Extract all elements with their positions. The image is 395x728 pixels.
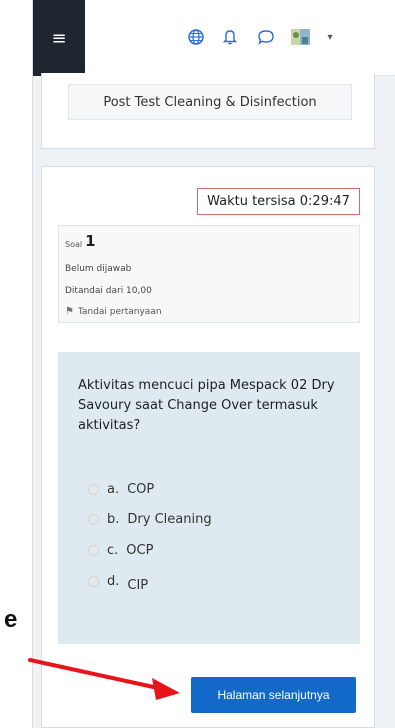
chat-icon[interactable] (255, 26, 277, 48)
flag-question-link[interactable]: ⚑ Tandai pertanyaan (65, 306, 162, 317)
quiz-screen: ≡ ▾ Post Test Cleaning & Disinfection Wa… (32, 0, 395, 728)
option-letter: a. (107, 482, 120, 497)
quiz-title: Post Test Cleaning & Disinfection (68, 84, 352, 120)
caret-down-icon[interactable]: ▾ (324, 26, 336, 48)
quiz-title-card: Post Test Cleaning & Disinfection (41, 73, 375, 149)
radio-button[interactable] (88, 576, 99, 587)
question-info-panel: Soal 1 Belum dijawab Ditandai dari 10,00… (58, 225, 360, 323)
option-label: CIP (127, 578, 149, 593)
bell-icon[interactable] (219, 26, 241, 48)
timer-badge: Waktu tersisa 0:29:47 (197, 188, 360, 215)
option-letter: d. (107, 574, 120, 589)
radio-button[interactable] (88, 484, 99, 495)
radio-button[interactable] (88, 514, 99, 525)
question-number: Soal 1 (65, 232, 96, 250)
option-label: COP (127, 482, 155, 497)
question-text: Aktivitas mencuci pipa Mespack 02 Dry Sa… (78, 378, 335, 433)
option-letter: b. (107, 512, 120, 527)
question-box: Aktivitas mencuci pipa Mespack 02 Dry Sa… (58, 352, 360, 644)
answer-option-d[interactable]: d. CIP (88, 574, 148, 593)
main-content: Post Test Cleaning & Disinfection Waktu … (33, 73, 395, 728)
radio-button[interactable] (88, 545, 99, 556)
next-page-button[interactable]: Halaman selanjutnya (191, 677, 356, 713)
option-letter: c. (107, 543, 119, 558)
option-label: OCP (126, 543, 154, 558)
answer-option-a[interactable]: a. COP (88, 482, 154, 497)
globe-icon[interactable] (185, 26, 207, 48)
flag-question-label: Tandai pertanyaan (77, 306, 162, 317)
flag-icon: ⚑ (65, 306, 74, 317)
hamburger-menu-icon[interactable]: ≡ (33, 0, 85, 76)
question-label: Soal (65, 240, 83, 249)
avatar-icon[interactable] (289, 26, 313, 48)
question-marks: Ditandai dari 10,00 (65, 286, 152, 296)
answer-option-b[interactable]: b. Dry Cleaning (88, 512, 212, 527)
question-number-value: 1 (85, 232, 96, 250)
question-status: Belum dijawab (65, 264, 132, 274)
annotation-letter: e (4, 606, 18, 633)
navbar: ≡ ▾ (33, 0, 395, 76)
answer-option-c[interactable]: c. OCP (88, 543, 153, 558)
option-label: Dry Cleaning (127, 512, 212, 527)
question-card: Waktu tersisa 0:29:47 Soal 1 Belum dijaw… (41, 166, 375, 728)
